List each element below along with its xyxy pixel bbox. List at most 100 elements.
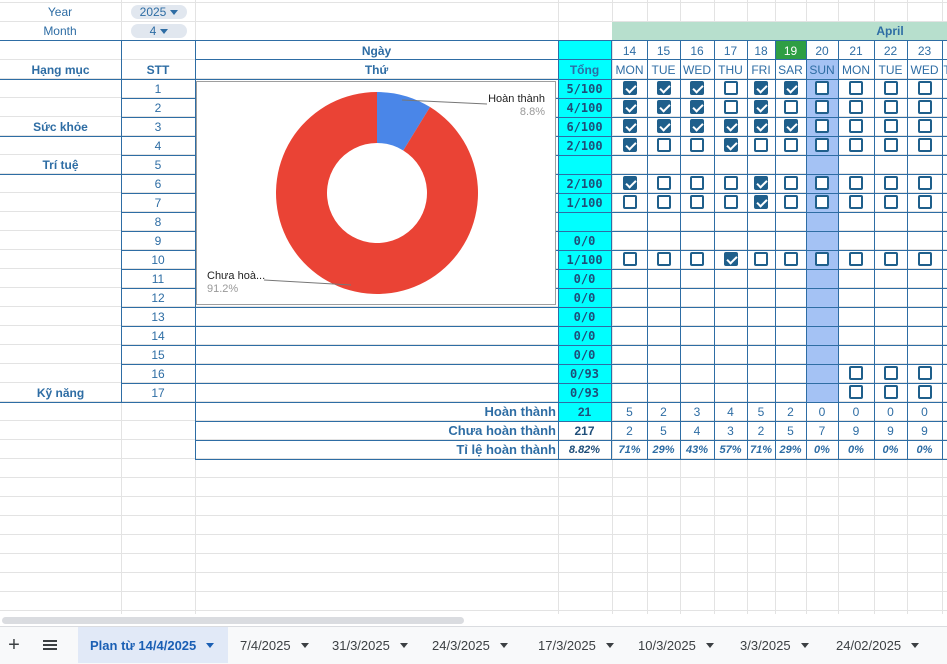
- horizontal-scrollbar[interactable]: [2, 617, 464, 624]
- task-checkbox[interactable]: [723, 195, 738, 209]
- task-checkbox[interactable]: [754, 176, 768, 190]
- task-checkbox[interactable]: [883, 195, 898, 209]
- task-checkbox[interactable]: [723, 138, 738, 152]
- sheet-tab-7[interactable]: 24/02/2025: [826, 627, 930, 663]
- task-checkbox[interactable]: [917, 138, 932, 152]
- task-checkbox[interactable]: [723, 100, 738, 114]
- sheet-tab-4[interactable]: 17/3/2025: [528, 627, 624, 663]
- task-checkbox[interactable]: [690, 81, 704, 95]
- task-checkbox[interactable]: [815, 252, 829, 266]
- task-checkbox[interactable]: [690, 100, 704, 114]
- task-checkbox[interactable]: [754, 119, 768, 133]
- gridline-h: [0, 591, 947, 592]
- day-of-week: MON: [615, 62, 644, 77]
- task-checkbox[interactable]: [917, 81, 932, 95]
- day-of-week: T: [942, 60, 947, 79]
- task-checkbox[interactable]: [754, 195, 768, 209]
- task-checkbox[interactable]: [723, 119, 738, 133]
- sheet-tab-3[interactable]: 24/3/2025: [422, 627, 524, 663]
- task-checkbox[interactable]: [917, 195, 932, 209]
- task-checkbox[interactable]: [754, 138, 768, 152]
- donut-slice-1[interactable]: [276, 92, 478, 294]
- task-checkbox[interactable]: [883, 252, 898, 266]
- task-checkbox[interactable]: [917, 366, 932, 380]
- task-checkbox[interactable]: [849, 138, 863, 152]
- task-checkbox[interactable]: [656, 100, 671, 114]
- task-checkbox[interactable]: [656, 195, 671, 209]
- task-checkbox[interactable]: [622, 195, 637, 209]
- task-checkbox[interactable]: [883, 81, 898, 95]
- task-checkbox[interactable]: [815, 119, 829, 133]
- task-checkbox[interactable]: [723, 252, 738, 266]
- border: [0, 402, 121, 403]
- task-checkbox[interactable]: [783, 138, 798, 152]
- task-checkbox[interactable]: [883, 100, 898, 114]
- task-checkbox[interactable]: [815, 100, 829, 114]
- task-checkbox[interactable]: [849, 252, 863, 266]
- year-dropdown[interactable]: 2025: [131, 5, 187, 19]
- task-checkbox[interactable]: [815, 176, 829, 190]
- month-dropdown[interactable]: 4: [131, 24, 187, 38]
- task-checkbox[interactable]: [849, 100, 863, 114]
- task-checkbox[interactable]: [849, 81, 863, 95]
- task-checkbox[interactable]: [690, 138, 704, 152]
- task-checkbox[interactable]: [783, 81, 798, 95]
- completion-donut-chart[interactable]: Hoàn thành 8.8% Chưa hoà... 91.2%: [196, 81, 556, 305]
- task-checkbox[interactable]: [849, 176, 863, 190]
- task-checkbox[interactable]: [656, 119, 671, 133]
- task-checkbox[interactable]: [783, 195, 798, 209]
- sheet-tab-6[interactable]: 3/3/2025: [730, 627, 822, 663]
- sheet-tab-5[interactable]: 10/3/2025: [628, 627, 726, 663]
- task-checkbox[interactable]: [622, 138, 637, 152]
- task-checkbox[interactable]: [883, 119, 898, 133]
- sheet-tab-2[interactable]: 31/3/2025: [322, 627, 418, 663]
- task-checkbox[interactable]: [849, 385, 863, 399]
- task-checkbox[interactable]: [622, 100, 637, 114]
- task-checkbox[interactable]: [815, 138, 829, 152]
- sheet-tab-1[interactable]: 7/4/2025: [230, 627, 318, 663]
- task-checkbox[interactable]: [815, 81, 829, 95]
- all-sheets-button[interactable]: [38, 627, 62, 663]
- task-checkbox[interactable]: [622, 176, 637, 190]
- task-checkbox[interactable]: [783, 119, 798, 133]
- summary-done-day: 0: [921, 404, 928, 419]
- task-checkbox[interactable]: [723, 81, 738, 95]
- task-checkbox[interactable]: [783, 252, 798, 266]
- row-total: 0/93: [570, 385, 599, 400]
- day-date: 17: [723, 43, 738, 58]
- task-checkbox[interactable]: [754, 252, 768, 266]
- task-checkbox[interactable]: [917, 100, 932, 114]
- add-sheet-button[interactable]: +: [4, 627, 24, 663]
- task-checkbox[interactable]: [917, 176, 932, 190]
- task-checkbox[interactable]: [917, 119, 932, 133]
- task-checkbox[interactable]: [754, 81, 768, 95]
- task-checkbox[interactable]: [783, 100, 798, 114]
- task-checkbox[interactable]: [849, 366, 863, 380]
- gridline-h: [0, 477, 947, 478]
- task-checkbox[interactable]: [849, 119, 863, 133]
- task-checkbox[interactable]: [690, 195, 704, 209]
- task-checkbox[interactable]: [656, 176, 671, 190]
- task-checkbox[interactable]: [656, 252, 671, 266]
- task-checkbox[interactable]: [783, 176, 798, 190]
- task-checkbox[interactable]: [723, 176, 738, 190]
- task-checkbox[interactable]: [622, 119, 637, 133]
- task-checkbox[interactable]: [917, 252, 932, 266]
- task-checkbox[interactable]: [917, 385, 932, 399]
- task-checkbox[interactable]: [690, 176, 704, 190]
- task-checkbox[interactable]: [815, 195, 829, 209]
- task-checkbox[interactable]: [690, 252, 704, 266]
- task-checkbox[interactable]: [883, 176, 898, 190]
- sheet-tab-0[interactable]: Plan từ 14/4/2025: [78, 627, 228, 663]
- task-checkbox[interactable]: [622, 252, 637, 266]
- task-checkbox[interactable]: [883, 366, 898, 380]
- task-checkbox[interactable]: [754, 100, 768, 114]
- task-checkbox[interactable]: [883, 138, 898, 152]
- summary-undone-day: 2: [626, 423, 633, 438]
- task-checkbox[interactable]: [883, 385, 898, 399]
- task-checkbox[interactable]: [622, 81, 637, 95]
- task-checkbox[interactable]: [656, 138, 671, 152]
- task-checkbox[interactable]: [690, 119, 704, 133]
- task-checkbox[interactable]: [849, 195, 863, 209]
- task-checkbox[interactable]: [656, 81, 671, 95]
